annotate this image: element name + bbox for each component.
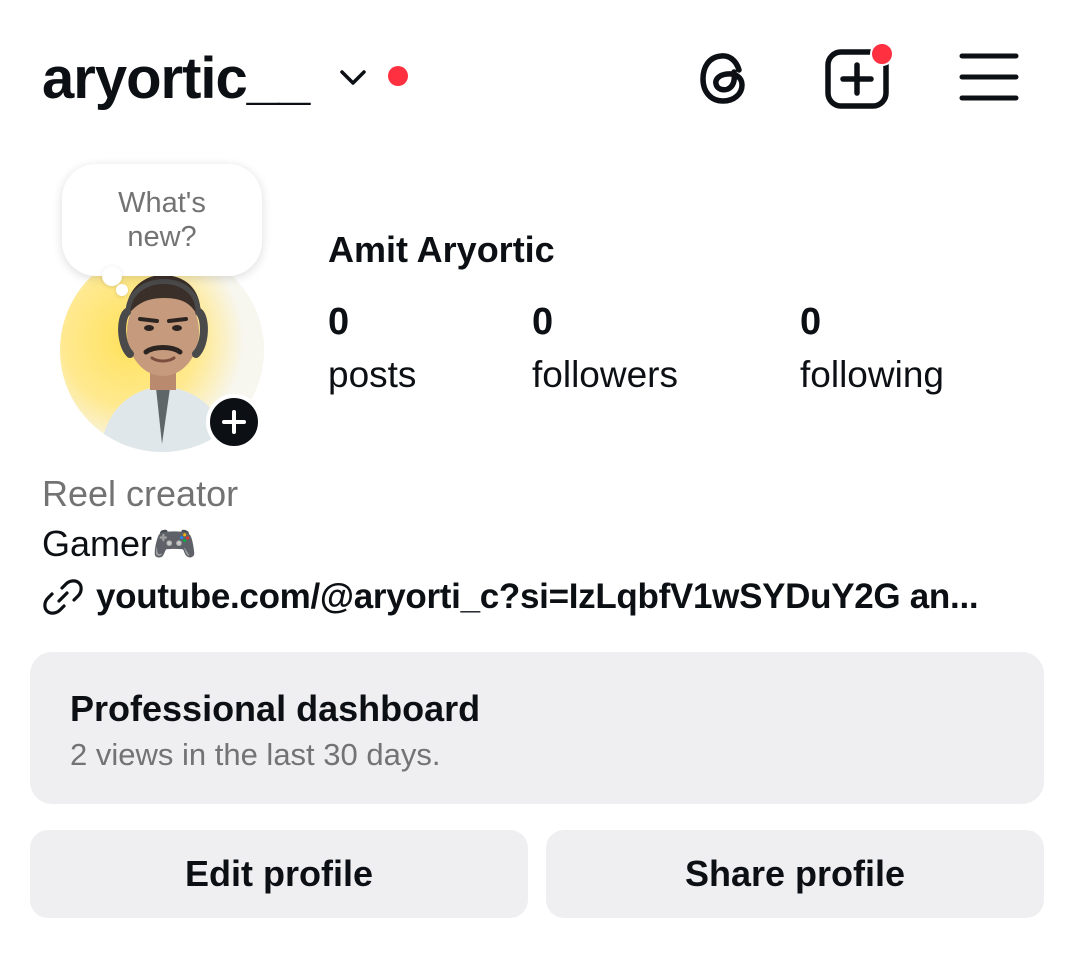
stat-followers[interactable]: 0 followers <box>532 300 678 400</box>
create-notification-dot <box>870 42 894 66</box>
edit-profile-button[interactable]: Edit profile <box>30 830 528 918</box>
note-tail-small <box>116 284 128 296</box>
chevron-down-icon[interactable] <box>336 64 370 90</box>
posts-count: 0 <box>328 301 350 343</box>
dashboard-subtitle: 2 views in the last 30 days. <box>70 737 441 772</box>
profile-header: aryortic__ <box>0 0 1074 160</box>
account-switcher[interactable]: aryortic__ <box>42 44 310 114</box>
profile-category: Reel creator <box>42 473 239 514</box>
profile-bio: Gamer🎮 <box>42 523 197 564</box>
link-text[interactable]: youtube.com/@aryorti_c?si=IzLqbfV1wSYDuY… <box>96 573 978 621</box>
note-text: What's new? <box>118 187 206 253</box>
note-bubble[interactable]: What's new? <box>62 164 262 276</box>
plus-icon <box>222 410 246 434</box>
posts-label: posts <box>328 354 417 395</box>
link-icon <box>43 579 83 615</box>
followers-count: 0 <box>532 301 554 343</box>
menu-icon[interactable] <box>958 50 1020 104</box>
notification-dot <box>388 66 408 86</box>
stat-posts[interactable]: 0 posts <box>328 300 416 400</box>
threads-icon[interactable] <box>694 48 754 108</box>
profile-link[interactable]: youtube.com/@aryorti_c?si=IzLqbfV1wSYDuY… <box>42 572 1042 622</box>
followers-label: followers <box>532 354 678 395</box>
full-name: Amit Aryortic <box>328 229 555 270</box>
following-count: 0 <box>800 301 822 343</box>
dashboard-title: Professional dashboard <box>70 688 481 729</box>
professional-dashboard[interactable]: Professional dashboard 2 views in the la… <box>30 652 1044 804</box>
note-tail <box>102 266 122 286</box>
following-label: following <box>800 354 944 395</box>
add-story-button[interactable] <box>206 394 262 450</box>
share-profile-button[interactable]: Share profile <box>546 830 1044 918</box>
stat-following[interactable]: 0 following <box>800 300 944 400</box>
username[interactable]: aryortic__ <box>42 44 310 114</box>
